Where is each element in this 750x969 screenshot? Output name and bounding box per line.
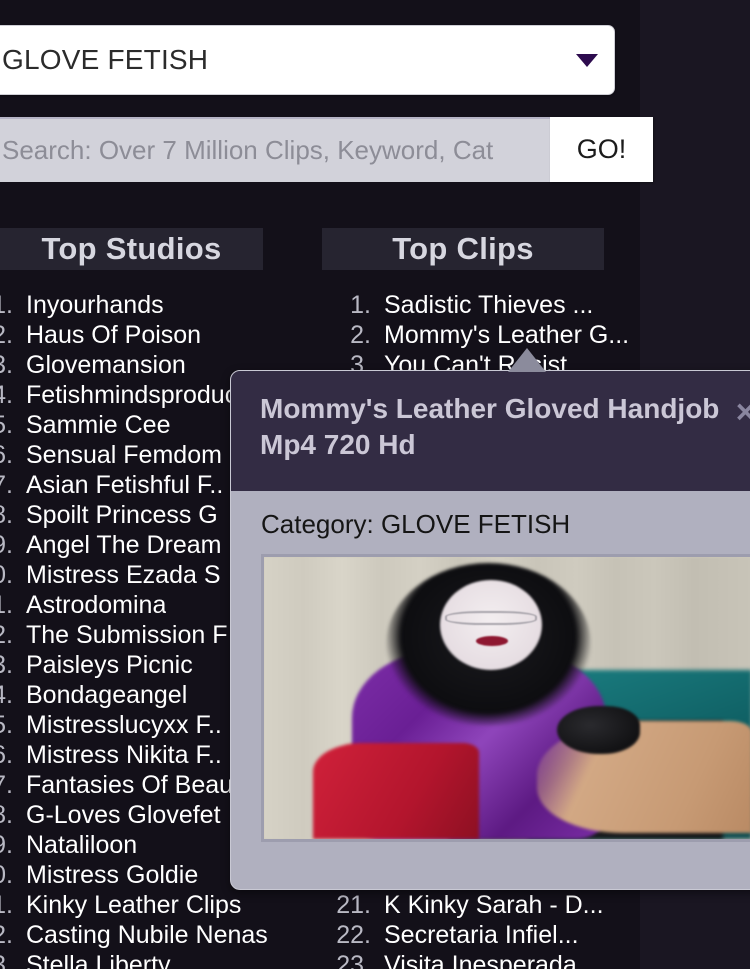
list-item[interactable]: 1. Inyourhands — [0, 290, 300, 320]
list-item-label: Glovemansion — [26, 350, 186, 379]
search-go-button[interactable]: GO! — [550, 117, 653, 182]
list-item-rank: 8. — [0, 800, 13, 829]
popup-pointer-caret — [508, 348, 546, 372]
list-item-label: Casting Nubile Nenas — [26, 920, 268, 949]
chevron-down-icon — [560, 53, 614, 67]
list-item-label: Inyourhands — [26, 290, 164, 319]
top-clips-title: Top Clips — [322, 228, 604, 270]
category-select-value: GLOVE FETISH — [2, 44, 209, 75]
list-item[interactable]: 22. Secretaria Infiel... — [322, 920, 642, 950]
search-bar: Search: Over 7 Million Clips, Keyword, C… — [0, 117, 653, 182]
list-item-label: Sadistic Thieves ... — [384, 290, 594, 319]
list-item-label: Haus Of Poison — [26, 320, 202, 349]
list-item-label: Mistress Nikita F.. — [26, 740, 222, 769]
list-item-rank: 1. — [0, 590, 13, 619]
list-item-label: Nataliloon — [26, 830, 138, 859]
list-item-rank: 4. — [0, 380, 13, 409]
list-item-label: K Kinky Sarah - D... — [384, 890, 604, 919]
list-item-rank: 2. — [0, 920, 13, 949]
list-item-rank: 7. — [0, 770, 13, 799]
list-item-rank: 8. — [0, 500, 13, 529]
list-item-label: G-Loves Glovefet — [26, 800, 221, 829]
list-item-label: Asian Fetishful F.. — [26, 470, 224, 499]
list-item[interactable]: 2. Haus Of Poison — [0, 320, 300, 350]
popup-category-label: Category: GLOVE FETISH — [261, 509, 571, 539]
list-item-rank: 0. — [0, 560, 13, 589]
list-item[interactable]: 2. Mommy's Leather G... — [322, 320, 642, 350]
list-item-label: Mommy's Leather G... — [384, 320, 630, 349]
list-item-rank: 22. — [336, 920, 371, 949]
list-item-label: Mistresslucyxx F.. — [26, 710, 222, 739]
list-item-label: Kinky Leather Clips — [26, 890, 242, 919]
list-item-label: Spoilt Princess G — [26, 500, 218, 529]
list-item-rank: 5. — [0, 710, 13, 739]
category-select[interactable]: GLOVE FETISH — [0, 25, 615, 95]
list-item-label: Bondageangel — [26, 680, 188, 709]
search-input[interactable]: Search: Over 7 Million Clips, Keyword, C… — [0, 117, 550, 182]
list-item-label: Mistress Ezada S — [26, 560, 221, 589]
list-item-rank: 2. — [0, 320, 13, 349]
list-item-label: Mistress Goldie — [26, 860, 199, 889]
popup-header: Mommy's Leather Gloved Handjob Mp4 720 H… — [231, 371, 750, 491]
list-item-rank: 3. — [0, 650, 13, 679]
list-item-rank: 1. — [0, 890, 13, 919]
list-item-label: Sensual Femdom — [26, 440, 222, 469]
list-item-rank: 7. — [0, 470, 13, 499]
list-item[interactable]: 3. Stella Liberty — [0, 950, 300, 969]
list-item-rank: 3. — [0, 950, 13, 969]
list-item-rank: 2. — [350, 320, 371, 349]
list-item[interactable]: 2. Casting Nubile Nenas — [0, 920, 300, 950]
list-item-rank: 23. — [336, 950, 371, 969]
list-item-rank: 1. — [350, 290, 371, 319]
list-item-rank: 4. — [0, 680, 13, 709]
list-item[interactable]: 1. Sadistic Thieves ... — [322, 290, 642, 320]
list-item-rank: 2. — [0, 620, 13, 649]
clip-preview-thumbnail[interactable] — [261, 554, 750, 842]
list-item-label: The Submission F — [26, 620, 228, 649]
list-item[interactable]: 1. Kinky Leather Clips — [0, 890, 300, 920]
list-item-rank: 6. — [0, 740, 13, 769]
list-item-label: Paisleys Picnic — [26, 650, 193, 679]
list-item-rank: 9. — [0, 530, 13, 559]
list-item-label: Sammie Cee — [26, 410, 171, 439]
list-item-rank: 9. — [0, 830, 13, 859]
top-studios-title: Top Studios — [0, 228, 263, 270]
list-item[interactable]: 21. K Kinky Sarah - D... — [322, 890, 642, 920]
list-item-label: Secretaria Infiel... — [384, 920, 579, 949]
list-item-label: Stella Liberty — [26, 950, 171, 969]
page-root: GLOVE FETISH Search: Over 7 Million Clip… — [0, 0, 750, 969]
list-item-label: Fantasies Of Beau — [26, 770, 234, 799]
list-item-rank: 6. — [0, 440, 13, 469]
clip-preview-popup: Mommy's Leather Gloved Handjob Mp4 720 H… — [230, 370, 750, 890]
list-item-label: Fetishmindsproduc — [26, 380, 238, 409]
popup-body: Category: GLOVE FETISH — [231, 491, 750, 842]
list-item-label: Visita Inesperada — [384, 950, 577, 969]
list-item-rank: 0. — [0, 860, 13, 889]
list-item-label: Astrodomina — [26, 590, 167, 619]
list-item-rank: 3. — [0, 350, 13, 379]
list-item-rank: 5. — [0, 410, 13, 439]
list-item-label: Angel The Dream — [26, 530, 222, 559]
close-icon[interactable]: × — [736, 395, 750, 428]
popup-title: Mommy's Leather Gloved Handjob Mp4 720 H… — [260, 393, 720, 460]
list-item[interactable]: 23. Visita Inesperada — [322, 950, 642, 969]
list-item-rank: 1. — [0, 290, 13, 319]
list-item-rank: 21. — [336, 890, 371, 919]
